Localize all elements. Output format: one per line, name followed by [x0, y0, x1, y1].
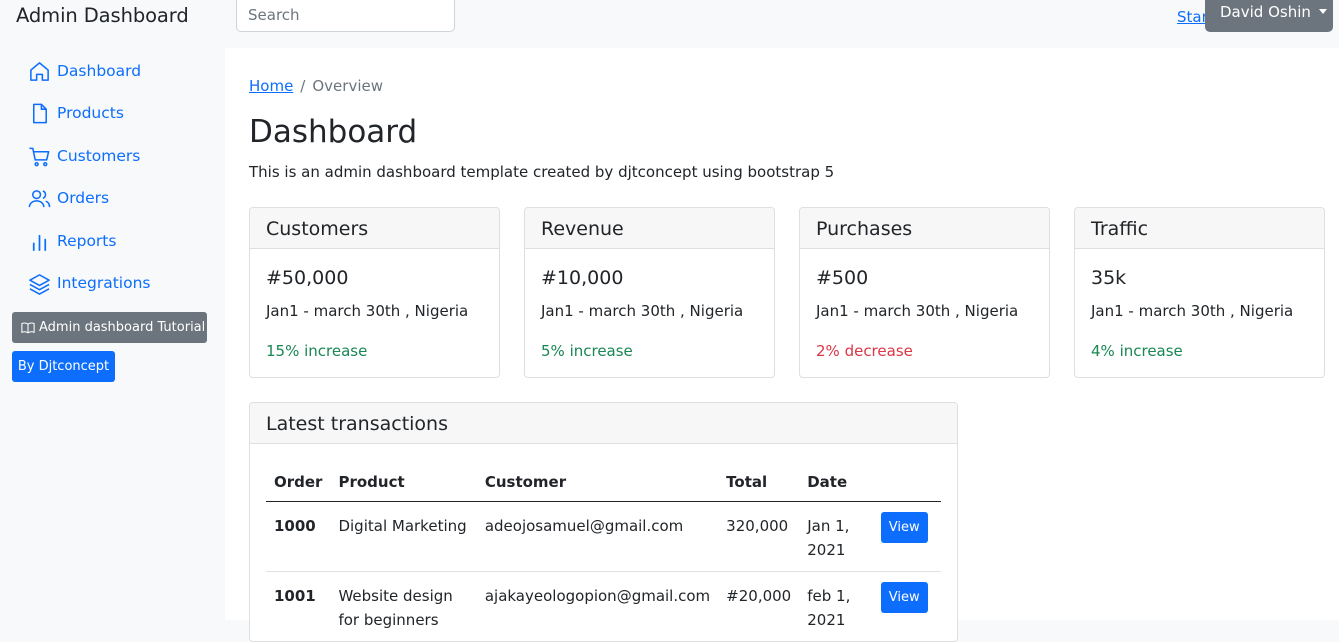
- tutorial-button[interactable]: Admin dashboard Tutorial: [12, 312, 207, 343]
- date-cell: Jan 1, 2021: [799, 501, 873, 572]
- sidebar-item-dashboard[interactable]: Dashboard: [28, 57, 141, 85]
- card-value: #50,000: [266, 267, 349, 289]
- column-header-action: [872, 461, 941, 502]
- card-value: #500: [816, 267, 869, 289]
- user-dropdown-button[interactable]: David Oshin: [1205, 0, 1333, 32]
- brand-title[interactable]: Admin Dashboard: [16, 4, 189, 27]
- card-title: Traffic: [1075, 208, 1324, 249]
- card-value: 35k: [1091, 267, 1127, 289]
- order-cell: 1000: [266, 501, 331, 572]
- stat-card-customers: Customers #50,000 Jan1 - march 30th , Ni…: [249, 207, 500, 378]
- action-cell: View: [872, 501, 941, 572]
- sidebar-item-label: Customers: [57, 147, 141, 165]
- transactions-title: Latest transactions: [250, 403, 957, 444]
- card-title: Customers: [250, 208, 499, 249]
- table-row: 1000 Digital Marketing adeojosamuel@gmai…: [266, 501, 941, 572]
- book-icon: [21, 321, 35, 333]
- page-title: Dashboard: [249, 114, 418, 150]
- table-header-row: Order Product Customer Total Date: [266, 461, 941, 502]
- table-row: 1001 Website design for beginners ajakay…: [266, 571, 941, 641]
- sidebar-item-orders[interactable]: Orders: [28, 184, 109, 212]
- start-link[interactable]: Start: [1177, 8, 1207, 26]
- sidebar-item-label: Reports: [57, 232, 117, 250]
- customer-cell: ajakayeologopion@gmail.com: [476, 571, 719, 641]
- main-content: Home / Overview Dashboard This is an admin…: [225, 48, 1339, 642]
- total-cell: 320,000: [718, 501, 800, 572]
- card-range: Jan1 - march 30th , Nigeria: [816, 302, 1019, 320]
- tutorial-button-label: Admin dashboard Tutorial: [39, 320, 206, 335]
- sidebar-item-customers[interactable]: Customers: [28, 142, 140, 170]
- stat-card-revenue: Revenue #10,000 Jan1 - march 30th , Nige…: [524, 207, 775, 378]
- user-name: David Oshin: [1220, 3, 1311, 21]
- sidebar-item-reports[interactable]: Reports: [28, 227, 116, 255]
- users-icon: [28, 189, 51, 207]
- bar-chart-icon: [32, 234, 47, 251]
- caret-down-icon: [1318, 9, 1327, 14]
- sidebar-item-label: Integrations: [57, 274, 151, 292]
- credit-button[interactable]: By Djtconcept: [12, 351, 115, 382]
- card-change: 2% decrease: [816, 342, 913, 360]
- breadcrumb: Home / Overview: [249, 77, 383, 95]
- top-navbar: Admin Dashboard Start David Oshin: [0, 0, 1339, 48]
- transactions-table: Order Product Customer Total Date 1000 D…: [266, 461, 941, 641]
- customer-cell: adeojosamuel@gmail.com: [476, 501, 719, 572]
- view-button[interactable]: View: [880, 581, 928, 613]
- date-cell: feb 1, 2021: [799, 571, 873, 641]
- sidebar-item-products[interactable]: Products: [28, 99, 124, 127]
- file-icon: [32, 103, 47, 123]
- card-title: Purchases: [800, 208, 1049, 249]
- stat-card-traffic: Traffic 35k Jan1 - march 30th , Nigeria …: [1074, 207, 1325, 378]
- breadcrumb-current: Overview: [312, 77, 383, 95]
- stat-card-purchases: Purchases #500 Jan1 - march 30th , Niger…: [799, 207, 1050, 378]
- card-change: 15% increase: [266, 342, 368, 360]
- product-cell: Digital Marketing: [330, 501, 477, 572]
- card-title: Revenue: [525, 208, 774, 249]
- card-change: 4% increase: [1091, 342, 1183, 360]
- card-value: #10,000: [541, 267, 624, 289]
- sidebar-item-label: Dashboard: [57, 62, 142, 80]
- card-range: Jan1 - march 30th , Nigeria: [541, 302, 744, 320]
- page-subtitle: This is an admin dashboard template crea…: [249, 163, 835, 181]
- sidebar-item-label: Orders: [57, 189, 110, 207]
- breadcrumb-home-link[interactable]: Home: [249, 77, 293, 95]
- card-range: Jan1 - march 30th , Nigeria: [1091, 302, 1294, 320]
- column-header-product: Product: [330, 461, 477, 502]
- breadcrumb-separator: /: [300, 77, 306, 95]
- column-header-date: Date: [799, 461, 873, 502]
- view-button[interactable]: View: [880, 511, 928, 543]
- cart-icon: [29, 147, 50, 166]
- layers-icon: [29, 273, 50, 295]
- order-cell: 1001: [266, 571, 331, 641]
- action-cell: View: [872, 571, 941, 641]
- sidebar-item-integrations[interactable]: Integrations: [28, 269, 150, 297]
- sidebar: Dashboard Products Customers Orders Repo…: [0, 48, 225, 620]
- product-cell: Website design for beginners: [330, 571, 477, 641]
- column-header-customer: Customer: [476, 461, 719, 502]
- card-change: 5% increase: [541, 342, 633, 360]
- total-cell: #20,000: [718, 571, 800, 641]
- transactions-card: Latest transactions Order Product Custom…: [249, 402, 958, 642]
- sidebar-item-label: Products: [57, 104, 124, 122]
- column-header-order: Order: [266, 461, 331, 502]
- card-range: Jan1 - march 30th , Nigeria: [266, 302, 469, 320]
- column-header-total: Total: [718, 461, 800, 502]
- house-icon: [30, 61, 49, 81]
- search-input[interactable]: [236, 0, 455, 32]
